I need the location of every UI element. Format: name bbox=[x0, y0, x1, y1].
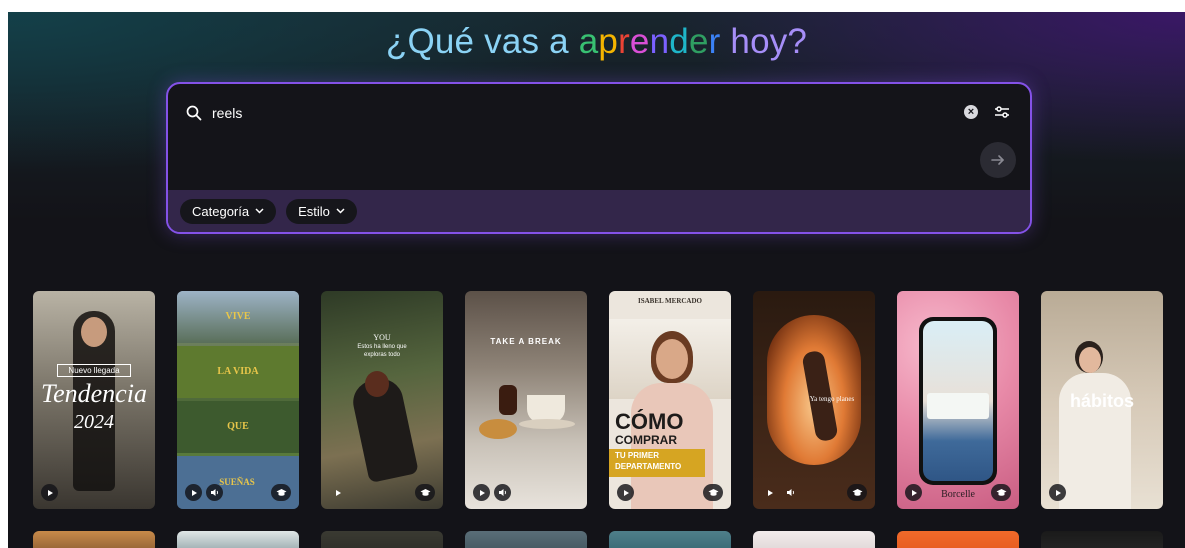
card-text-line: VIVE bbox=[225, 311, 251, 322]
play-button[interactable] bbox=[329, 484, 346, 501]
template-card-row2[interactable] bbox=[609, 531, 731, 548]
rainbow-letter: a bbox=[578, 22, 599, 61]
submit-search-button[interactable] bbox=[980, 142, 1016, 178]
template-card-take-a-break[interactable]: TAKE A BREAK bbox=[465, 291, 587, 509]
headline-part-1: ¿Qué vas a bbox=[385, 22, 579, 61]
rainbow-letter: p bbox=[598, 22, 619, 61]
rainbow-letter: r bbox=[618, 22, 630, 61]
play-button[interactable] bbox=[473, 484, 490, 501]
play-icon bbox=[1055, 489, 1061, 496]
headline-rainbow-word: aprender bbox=[579, 22, 731, 61]
template-card-borcelle[interactable]: Borcelle bbox=[897, 291, 1019, 509]
template-card-row2[interactable] bbox=[177, 531, 299, 548]
play-icon bbox=[47, 489, 53, 496]
graduation-cap-icon bbox=[852, 489, 862, 496]
speaker-icon bbox=[787, 489, 795, 496]
sound-button[interactable] bbox=[782, 484, 799, 501]
chevron-down-icon bbox=[336, 208, 345, 214]
play-button[interactable] bbox=[617, 484, 634, 501]
template-card-row2[interactable] bbox=[753, 531, 875, 548]
play-icon bbox=[767, 489, 773, 496]
rainbow-letter: n bbox=[649, 22, 670, 61]
page-headline: ¿Qué vas a aprender hoy? bbox=[8, 22, 1185, 62]
graduation-cap-icon bbox=[708, 489, 718, 496]
sound-button[interactable] bbox=[494, 484, 511, 501]
play-button[interactable] bbox=[1049, 484, 1066, 501]
template-results-grid: Nuevo llegada Tendencia 2024 VIVE LA VID… bbox=[33, 291, 1173, 548]
phone-notification bbox=[927, 393, 989, 419]
chip-label: Categoría bbox=[192, 203, 250, 219]
speaker-icon bbox=[499, 489, 507, 496]
play-icon bbox=[191, 489, 197, 496]
filter-bar: Categoría Estilo bbox=[168, 190, 1030, 232]
rainbow-letter: d bbox=[669, 22, 689, 61]
card-text-line: TU PRIMER bbox=[615, 451, 659, 460]
learn-badge bbox=[847, 484, 867, 501]
sound-button[interactable] bbox=[206, 484, 223, 501]
template-card-vive-la-vida[interactable]: VIVE LA VIDA QUE SUEÑAS bbox=[177, 291, 299, 509]
template-search-page: ¿Qué vas a aprender hoy? × bbox=[8, 12, 1185, 548]
chip-label: Estilo bbox=[298, 203, 330, 219]
template-card-you[interactable]: YOU Estos ha lleno que exploras todo bbox=[321, 291, 443, 509]
x-circle-icon: × bbox=[967, 106, 975, 118]
learn-badge bbox=[271, 484, 291, 501]
speaker-icon bbox=[211, 489, 219, 496]
template-card-row2[interactable] bbox=[321, 531, 443, 548]
search-row bbox=[186, 102, 1012, 124]
play-icon bbox=[911, 489, 917, 496]
category-filter-dropdown[interactable]: Categoría bbox=[180, 198, 277, 224]
card-subtitle: 2024 bbox=[74, 411, 114, 433]
template-card-row2[interactable] bbox=[897, 531, 1019, 548]
search-panel: × Categoría Estilo bbox=[166, 82, 1032, 234]
card-text-line: YOU bbox=[373, 333, 391, 342]
rainbow-letter: e bbox=[688, 22, 709, 61]
card-text-line: DEPARTAMENTO bbox=[615, 462, 682, 471]
card-text-line: exploras todo bbox=[363, 352, 401, 358]
clear-search-button[interactable]: × bbox=[964, 105, 978, 119]
card-title: hábitos bbox=[1069, 391, 1134, 411]
template-card-ya-tengo-planes[interactable]: Ya tengo planes bbox=[753, 291, 875, 509]
brand-name: ISABEL MERCADO bbox=[638, 297, 702, 305]
card-text-line: Estos ha lleno que bbox=[357, 344, 407, 350]
play-button[interactable] bbox=[905, 484, 922, 501]
template-card-como-comprar[interactable]: ISABEL MERCADO CÓMO COMPRAR TU PRIMER DE… bbox=[609, 291, 731, 509]
template-card-tendencia[interactable]: Nuevo llegada Tendencia 2024 bbox=[33, 291, 155, 509]
search-icon bbox=[186, 105, 202, 121]
style-filter-dropdown[interactable]: Estilo bbox=[286, 198, 357, 224]
learn-badge bbox=[703, 484, 723, 501]
template-card-row2[interactable] bbox=[33, 531, 155, 548]
chevron-down-icon bbox=[255, 208, 264, 214]
card-text-line: COMPRAR bbox=[615, 433, 677, 447]
card-tag: Nuevo llegada bbox=[57, 364, 131, 377]
play-icon bbox=[335, 489, 341, 496]
play-button[interactable] bbox=[185, 484, 202, 501]
play-icon bbox=[479, 489, 485, 496]
learn-badge bbox=[415, 484, 435, 501]
search-input[interactable] bbox=[212, 105, 912, 121]
template-card-habitos[interactable]: hábitos bbox=[1041, 291, 1163, 509]
rainbow-letter: e bbox=[629, 22, 650, 61]
card-text-line: LA VIDA bbox=[217, 366, 259, 377]
arrow-right-icon bbox=[991, 155, 1004, 165]
template-card-row2[interactable] bbox=[465, 531, 587, 548]
learn-badge bbox=[991, 484, 1011, 501]
graduation-cap-icon bbox=[996, 489, 1006, 496]
template-card-row2[interactable] bbox=[1041, 531, 1163, 548]
card-title: CÓMO bbox=[615, 409, 684, 434]
card-title: Ya tengo planes bbox=[809, 395, 855, 403]
rainbow-letter: r bbox=[708, 22, 721, 61]
card-title: TAKE A BREAK bbox=[490, 337, 562, 346]
play-button[interactable] bbox=[41, 484, 58, 501]
card-text-line: QUE bbox=[227, 421, 249, 432]
card-title: Tendencia bbox=[41, 379, 147, 408]
headline-part-3: hoy? bbox=[730, 22, 808, 61]
sliders-icon bbox=[995, 106, 1009, 118]
graduation-cap-icon bbox=[276, 489, 286, 496]
play-icon bbox=[623, 489, 629, 496]
graduation-cap-icon bbox=[420, 489, 430, 496]
play-button[interactable] bbox=[761, 484, 778, 501]
search-options-button[interactable] bbox=[992, 102, 1012, 122]
